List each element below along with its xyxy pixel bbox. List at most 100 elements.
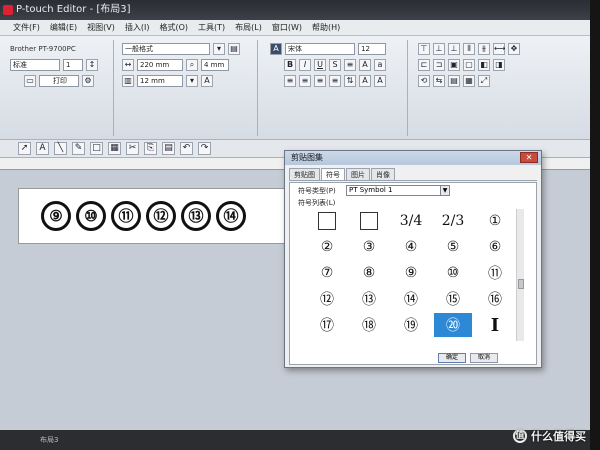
align-bottom-icon[interactable]: ⊥ xyxy=(448,43,460,55)
print-button[interactable]: 打印 xyxy=(39,75,79,87)
symbol-cell[interactable]: ⑮ xyxy=(434,287,472,311)
flip-icon[interactable]: ⇆ xyxy=(433,75,445,87)
tab-clipart[interactable]: 剪贴图 xyxy=(289,168,320,180)
shape-tool-icon[interactable]: □ xyxy=(90,142,103,155)
text-outline-icon[interactable]: A xyxy=(359,75,371,87)
symbol-list-scrollbar[interactable] xyxy=(516,209,524,341)
ok-button[interactable]: 确定 xyxy=(438,353,466,363)
italic-icon[interactable]: I xyxy=(299,59,311,71)
copies-input[interactable]: 1 xyxy=(63,59,83,71)
symbol-cell[interactable]: ③ xyxy=(350,235,388,259)
underline-icon[interactable]: U xyxy=(314,59,326,71)
copies-spin-icon[interactable]: ↕ xyxy=(86,59,98,71)
symbol-cell[interactable]: ⑥ xyxy=(476,235,514,259)
distribute-v-icon[interactable]: ⫵ xyxy=(478,43,490,55)
pen-tool-icon[interactable]: ✎ xyxy=(72,142,85,155)
cancel-button[interactable]: 取消 xyxy=(470,353,498,363)
symbol-cell[interactable]: ① xyxy=(476,209,514,233)
tab-pictures[interactable]: 图片 xyxy=(346,168,370,180)
symbol-cell[interactable]: I xyxy=(476,313,514,337)
align-top-icon[interactable]: ⊤ xyxy=(418,43,430,55)
font-decrease-icon[interactable]: a xyxy=(374,59,386,71)
symbol-cell[interactable]: ⑦ xyxy=(308,261,346,285)
justify-icon[interactable]: ≡ xyxy=(329,75,341,87)
zoom-icon[interactable]: ⌕ xyxy=(186,59,198,71)
symbol-cell[interactable]: ⑭ xyxy=(392,287,430,311)
margin-input[interactable]: 4 mm xyxy=(201,59,229,71)
symbol-cell[interactable]: ⑱ xyxy=(350,313,388,337)
fit-icon[interactable]: ⤢ xyxy=(478,75,490,87)
symbol-cell[interactable]: ⑰ xyxy=(308,313,346,337)
redo-icon[interactable]: ↷ xyxy=(198,142,211,155)
symbol-cell[interactable]: ④ xyxy=(392,235,430,259)
symbol-cell[interactable]: ② xyxy=(308,235,346,259)
ungroup-icon[interactable]: ▢ xyxy=(463,59,475,71)
symbol-cell[interactable]: ⑫ xyxy=(308,287,346,311)
font-style-icon[interactable]: A xyxy=(270,43,282,55)
vertical-text-icon[interactable]: ⇅ xyxy=(344,75,356,87)
send-back-icon[interactable]: ◨ xyxy=(493,59,505,71)
table-tool-icon[interactable]: ▦ xyxy=(108,142,121,155)
font-increase-icon[interactable]: A xyxy=(359,59,371,71)
menu-tools[interactable]: 工具(T) xyxy=(193,20,230,35)
tab-portraits[interactable]: 肖像 xyxy=(371,168,395,180)
print-mode-select[interactable]: 标准 xyxy=(10,59,60,71)
symbol-cell[interactable]: ⑩ xyxy=(434,261,472,285)
symbol-cell[interactable]: 3/4 xyxy=(392,209,430,233)
symbol-cell[interactable] xyxy=(350,209,388,233)
line-spacing-icon[interactable]: ≡ xyxy=(344,59,356,71)
menu-format[interactable]: 格式(O) xyxy=(154,20,193,35)
align-center-icon[interactable]: ≡ xyxy=(299,75,311,87)
symbol-cell-selected[interactable]: ⑳ xyxy=(434,313,472,337)
tab-symbols[interactable]: 符号 xyxy=(321,168,345,180)
grid-icon[interactable]: ▦ xyxy=(463,75,475,87)
cut-icon[interactable]: ✂ xyxy=(126,142,139,155)
copy-icon[interactable]: ⎘ xyxy=(144,142,157,155)
rotate-icon[interactable]: ⟲ xyxy=(418,75,430,87)
symbol-cell[interactable]: ⑪ xyxy=(476,261,514,285)
align-center-obj-icon[interactable]: ⊐ xyxy=(433,59,445,71)
strike-icon[interactable]: S xyxy=(329,59,341,71)
tape-width-select[interactable]: 12 mm xyxy=(137,75,183,87)
print-options-icon[interactable]: ⚙ xyxy=(82,75,94,87)
text-tool-icon[interactable]: A xyxy=(36,142,49,155)
symbol-cell[interactable]: ⑨ xyxy=(392,261,430,285)
bring-front-icon[interactable]: ◧ xyxy=(478,59,490,71)
symbol-cell[interactable]: 2/3 xyxy=(434,209,472,233)
tape-dropdown-icon[interactable]: ▾ xyxy=(186,75,198,87)
font-size-select[interactable]: 12 xyxy=(358,43,386,55)
menu-help[interactable]: 帮助(H) xyxy=(307,20,345,35)
menu-file[interactable]: 文件(F) xyxy=(8,20,45,35)
same-width-icon[interactable]: ⟷ xyxy=(493,43,505,55)
menu-insert[interactable]: 插入(I) xyxy=(120,20,155,35)
paste-icon[interactable]: ▤ xyxy=(162,142,175,155)
length-input[interactable]: 220 mm xyxy=(137,59,183,71)
format-select[interactable]: 一般格式 xyxy=(122,43,210,55)
distribute-h-icon[interactable]: ⫴ xyxy=(463,43,475,55)
bold-icon[interactable]: B xyxy=(284,59,296,71)
group-icon[interactable]: ▣ xyxy=(448,59,460,71)
select-arrow-icon[interactable]: ➚ xyxy=(18,142,31,155)
symbol-cell[interactable]: ⑯ xyxy=(476,287,514,311)
line-tool-icon[interactable]: ╲ xyxy=(54,142,67,155)
symbol-cell[interactable]: ⑧ xyxy=(350,261,388,285)
font-select[interactable]: 宋体 xyxy=(285,43,355,55)
align-middle-icon[interactable]: ⊥ xyxy=(433,43,445,55)
text-shadow-icon[interactable]: A xyxy=(374,75,386,87)
move-icon[interactable]: ✥ xyxy=(508,43,520,55)
dialog-close-button[interactable]: ✕ xyxy=(520,152,538,163)
symbol-type-select[interactable]: PT Symbol 1 ▼ xyxy=(346,185,450,196)
align-right-icon[interactable]: ≡ xyxy=(314,75,326,87)
menu-edit[interactable]: 编辑(E) xyxy=(45,20,82,35)
undo-icon[interactable]: ↶ xyxy=(180,142,193,155)
symbol-cell[interactable]: ⑤ xyxy=(434,235,472,259)
align-left-icon[interactable]: ≡ xyxy=(284,75,296,87)
symbol-cell[interactable] xyxy=(308,209,346,233)
menu-view[interactable]: 视图(V) xyxy=(82,20,120,35)
lock-icon[interactable]: ▤ xyxy=(448,75,460,87)
symbol-cell[interactable]: ⑬ xyxy=(350,287,388,311)
format-dropdown-icon[interactable]: ▾ xyxy=(213,43,225,55)
label-canvas[interactable]: ⑨ ⑩ ⑪ ⑫ ⑬ ⑭ xyxy=(18,188,318,244)
scroll-thumb[interactable] xyxy=(518,279,524,289)
chevron-down-icon[interactable]: ▼ xyxy=(440,186,449,195)
